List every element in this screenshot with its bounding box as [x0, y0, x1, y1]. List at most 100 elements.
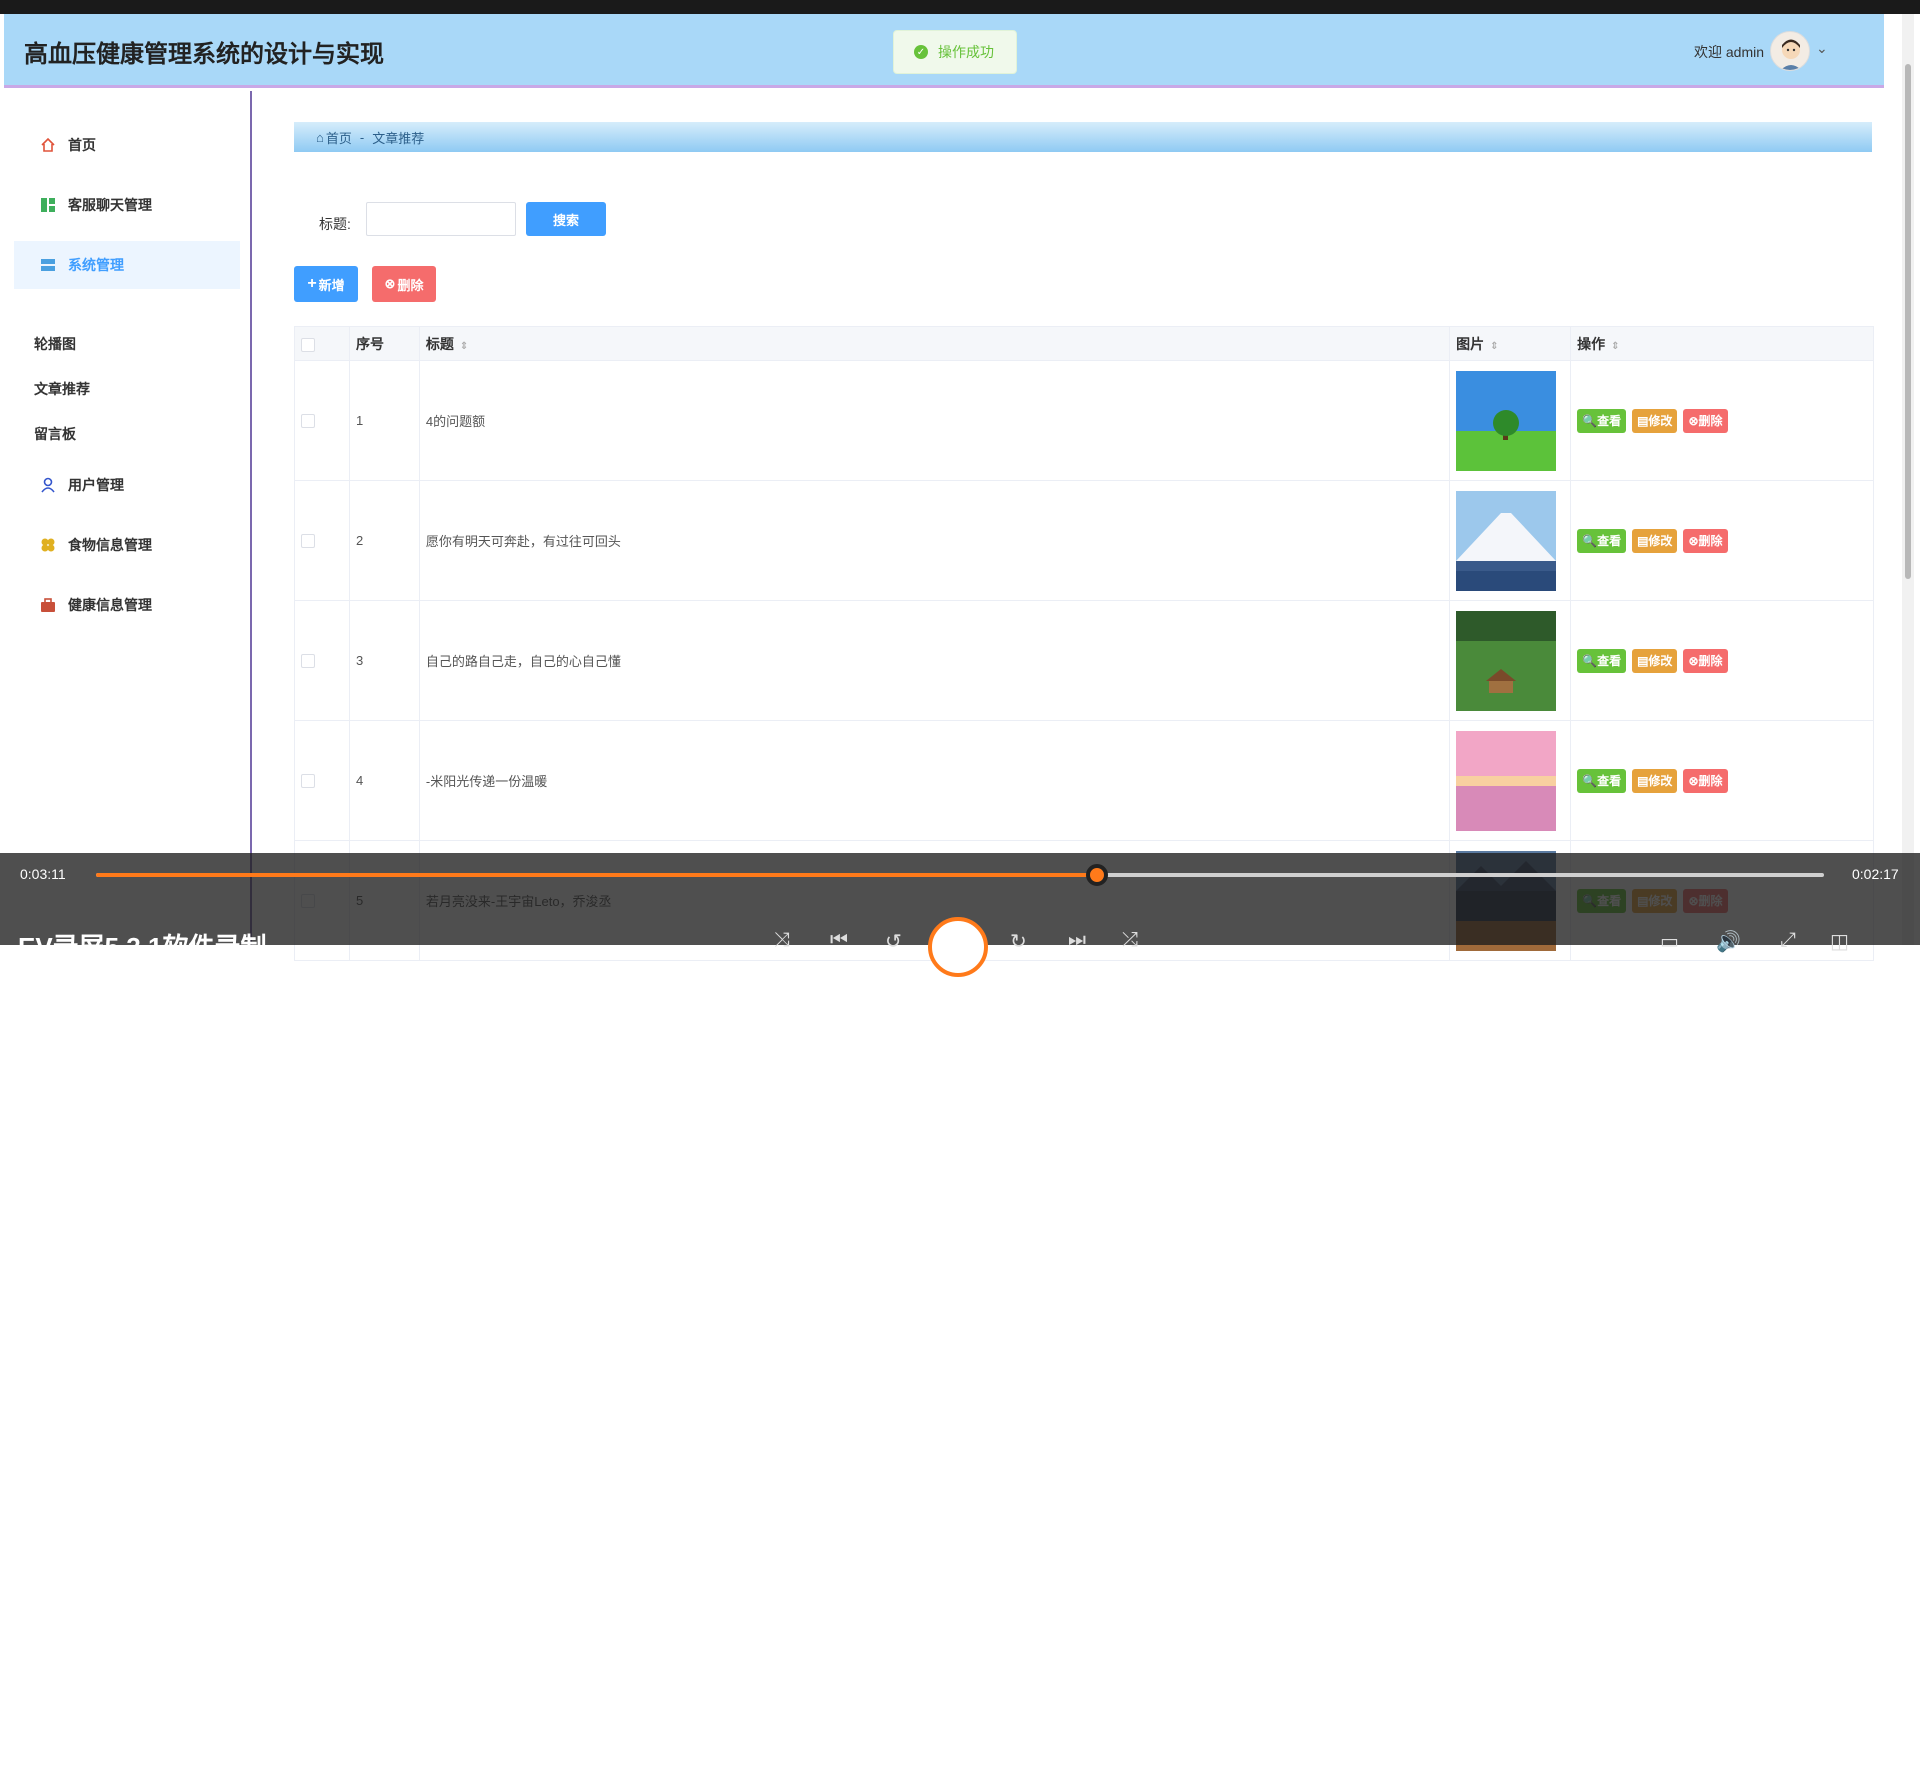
- ops-cell: 🔍查看 ▤修改 ⊗删除: [1570, 600, 1874, 721]
- app-title: 高血压健康管理系统的设计与实现: [24, 41, 384, 68]
- play-button[interactable]: [928, 917, 988, 977]
- table-row: 1 4的问题额 🔍 查看 ▤ 修改 ⊗ 删除: [294, 360, 1874, 481]
- image-cell: [1449, 600, 1572, 721]
- sort-icon[interactable]: ⇕: [1611, 341, 1619, 352]
- title-cell: 4的问题额: [418, 360, 1451, 481]
- layout-icon: [41, 259, 55, 271]
- bulk-delete-button[interactable]: ⊗ 删除: [372, 266, 436, 302]
- edit-button[interactable]: ▤修改: [1632, 408, 1678, 433]
- article-thumbnail[interactable]: [1456, 730, 1557, 831]
- title-cell: -米阳光传递一份温暖: [418, 720, 1451, 841]
- select-cell: [294, 720, 350, 841]
- index-cell: 4: [348, 720, 420, 841]
- edit-icon: ▤: [1637, 773, 1649, 788]
- edit-button[interactable]: ▤修改: [1632, 648, 1678, 673]
- user-icon: [41, 477, 55, 493]
- edit-icon: ▤: [1637, 653, 1649, 668]
- welcome-text: 欢迎 admin: [1694, 44, 1765, 60]
- breadcrumb-home[interactable]: 首页: [326, 128, 352, 147]
- subtitle-icon[interactable]: ▭: [1660, 929, 1679, 954]
- article-thumbnail[interactable]: [1456, 370, 1557, 471]
- forward-icon[interactable]: ↻: [1010, 929, 1027, 954]
- search-button[interactable]: 搜索: [526, 202, 606, 236]
- sidebar-item-health[interactable]: 健康信息管理: [14, 581, 240, 629]
- sidebar-item-system[interactable]: 系统管理: [14, 241, 240, 289]
- avatar[interactable]: [1770, 31, 1810, 71]
- title-cell: 愿你有明天可奔赴，有过往可回头: [418, 480, 1451, 601]
- article-thumbnail[interactable]: [1456, 490, 1557, 591]
- sort-icon[interactable]: ⇕: [1490, 341, 1498, 352]
- header-image[interactable]: 图片 ⇕: [1449, 326, 1572, 361]
- breadcrumb-current: 文章推荐: [372, 130, 425, 146]
- row-checkbox[interactable]: [301, 654, 315, 669]
- sidebar-item-home[interactable]: 首页: [14, 121, 240, 169]
- view-button[interactable]: 🔍查看: [1577, 648, 1627, 673]
- ops-cell: 🔍查看 ▤修改 ⊗删除: [1570, 480, 1874, 601]
- edit-label: 修改: [1648, 774, 1673, 788]
- header-ops[interactable]: 操作 ⇕: [1570, 326, 1874, 361]
- page-scrollbar[interactable]: [1902, 14, 1914, 945]
- delete-button[interactable]: ⊗删除: [1683, 528, 1728, 553]
- row-checkbox[interactable]: [301, 534, 315, 549]
- next-icon[interactable]: ⏭: [1068, 929, 1086, 952]
- scrollbar-thumb[interactable]: [1905, 64, 1911, 579]
- sidebar-subitem-messages[interactable]: 留言板: [34, 424, 76, 444]
- edit-button[interactable]: ▤修改: [1632, 768, 1678, 793]
- breadcrumb-separator: -: [359, 129, 365, 145]
- volume-icon[interactable]: 🔊: [1716, 929, 1741, 954]
- progress-knob[interactable]: [1086, 864, 1108, 886]
- view-button[interactable]: 🔍查看: [1577, 528, 1627, 553]
- table-row: 4 -米阳光传递一份温暖 🔍 查看 ▤ 修改 ⊗ 删除: [294, 720, 1874, 841]
- delete-button[interactable]: ⊗删除: [1683, 648, 1728, 673]
- progress-fill: [96, 873, 1095, 877]
- row-checkbox[interactable]: [301, 774, 315, 789]
- chevron-down-icon[interactable]: ⌄: [1816, 40, 1828, 57]
- close-circle-icon: ⊗: [1688, 413, 1699, 428]
- recorder-text: EV录屏5.3.1软件录制: [18, 932, 267, 962]
- elapsed-time: 0:03:11: [20, 866, 66, 882]
- progress-track[interactable]: [96, 873, 1824, 877]
- edit-button[interactable]: ▤修改: [1632, 528, 1678, 553]
- shuffle-icon[interactable]: ⤨: [774, 929, 790, 952]
- view-button[interactable]: 🔍查看: [1577, 768, 1627, 793]
- select-all-checkbox[interactable]: [301, 337, 315, 352]
- edit-label: 修改: [1648, 654, 1673, 668]
- sidebar-subitem-carousel[interactable]: 轮播图: [34, 334, 76, 354]
- fullscreen-icon[interactable]: ⤢: [1780, 929, 1796, 952]
- edit-label: 修改: [1648, 414, 1673, 428]
- grid-icon: [41, 198, 55, 212]
- image-cell: [1449, 480, 1572, 601]
- search-input[interactable]: [366, 202, 516, 236]
- sidebar-item-users[interactable]: 用户管理: [14, 461, 240, 509]
- sidebar-item-chat[interactable]: 客服聊天管理: [14, 181, 240, 229]
- header-title-label: 标题: [425, 335, 454, 352]
- search-icon: 🔍: [1582, 773, 1598, 788]
- sidebar: 首页 客服聊天管理 系统管理 轮播图 文章推荐 留言板 用户管理 食物信息管理 …: [4, 91, 252, 945]
- ops-cell: 🔍查看 ▤修改 ⊗删除: [1570, 360, 1874, 481]
- close-circle-icon: ⊗: [1688, 653, 1699, 668]
- header-image-label: 图片: [1456, 335, 1485, 352]
- sidebar-item-label: 系统管理: [68, 257, 124, 273]
- sidebar-item-food[interactable]: 食物信息管理: [14, 521, 240, 569]
- add-button[interactable]: + 新增: [294, 266, 358, 302]
- sort-icon[interactable]: ⇕: [460, 341, 468, 352]
- search-icon: 🔍: [1582, 413, 1598, 428]
- view-button[interactable]: 🔍查看: [1577, 408, 1627, 433]
- header-title[interactable]: 标题 ⇕: [418, 326, 1451, 361]
- add-button-label: 新增: [318, 277, 345, 293]
- previous-icon[interactable]: ⏮: [830, 929, 848, 952]
- article-thumbnail[interactable]: [1456, 610, 1557, 711]
- close-circle-icon: ⊗: [384, 276, 396, 291]
- header-bar: 高血压健康管理系统的设计与实现 ✓ 操作成功 欢迎 admin ⌄: [4, 14, 1884, 88]
- sidebar-item-label: 食物信息管理: [68, 537, 152, 553]
- sidebar-item-label: 用户管理: [68, 477, 124, 493]
- rewind-icon[interactable]: ↺: [885, 929, 902, 954]
- sidebar-subitem-articles[interactable]: 文章推荐: [34, 379, 90, 399]
- edit-icon: ▤: [1637, 533, 1649, 548]
- repeat-icon[interactable]: ⤮: [1122, 929, 1138, 952]
- search-label: 标题:: [319, 216, 351, 232]
- window-icon[interactable]: ◫: [1830, 929, 1849, 954]
- delete-button[interactable]: ⊗删除: [1683, 768, 1728, 793]
- delete-button[interactable]: ⊗删除: [1683, 408, 1728, 433]
- row-checkbox[interactable]: [301, 414, 315, 429]
